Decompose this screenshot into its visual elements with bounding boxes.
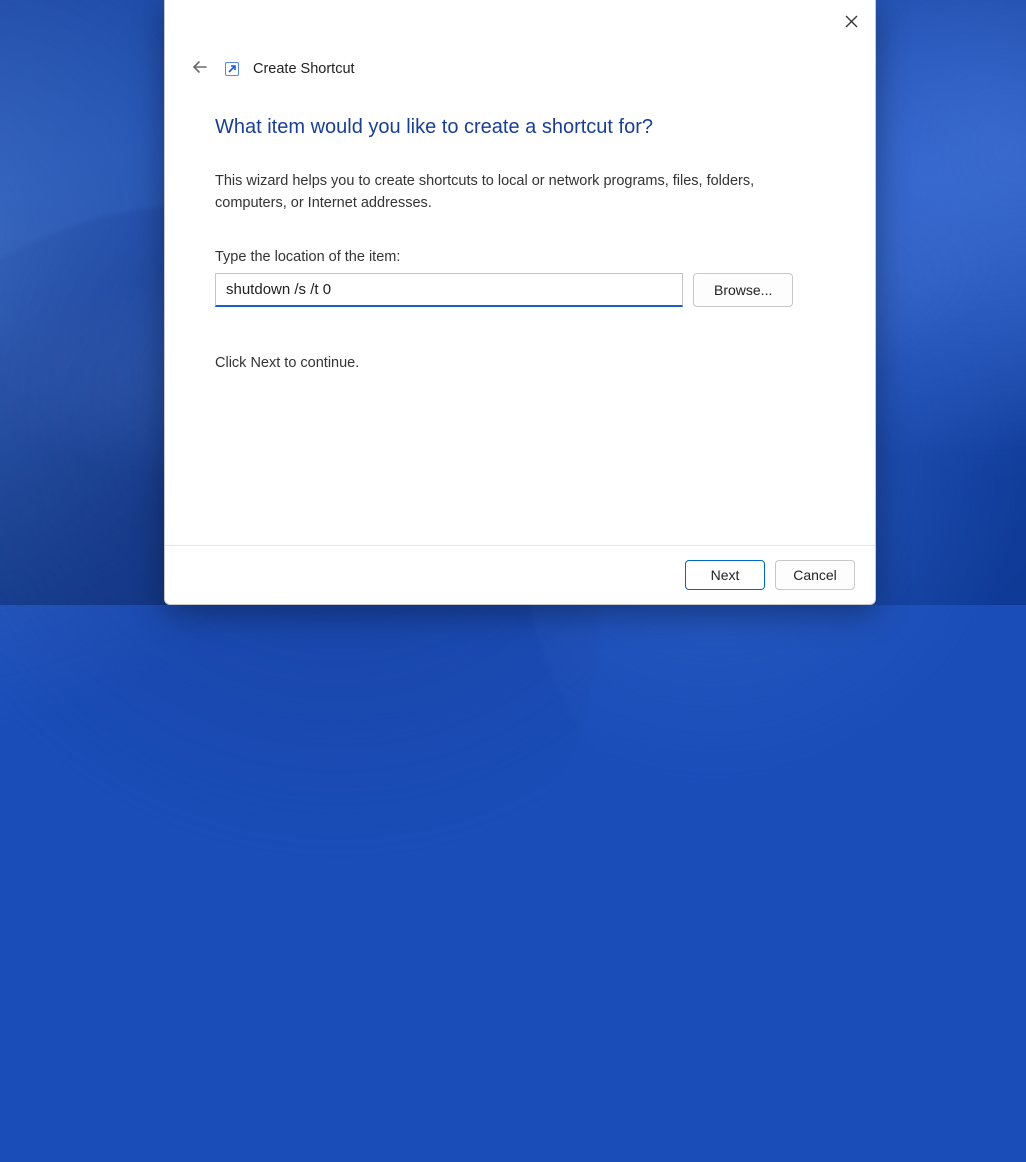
wizard-title-row: Create Shortcut xyxy=(165,40,875,84)
close-button[interactable] xyxy=(835,10,867,38)
wizard-title: Create Shortcut xyxy=(253,61,355,77)
cancel-button[interactable]: Cancel xyxy=(775,560,855,590)
browse-button[interactable]: Browse... xyxy=(693,273,793,307)
location-label: Type the location of the item: xyxy=(215,249,825,265)
close-icon xyxy=(845,15,858,33)
location-input[interactable] xyxy=(215,273,683,307)
back-button[interactable] xyxy=(189,58,211,80)
continue-hint: Click Next to continue. xyxy=(215,355,825,371)
wizard-heading: What item would you like to create a sho… xyxy=(215,116,825,139)
arrow-left-icon xyxy=(191,58,209,81)
wizard-content: What item would you like to create a sho… xyxy=(165,84,875,545)
create-shortcut-dialog: Create Shortcut What item would you like… xyxy=(164,0,876,605)
wizard-footer: Next Cancel xyxy=(165,545,875,604)
location-row: Browse... xyxy=(215,273,825,307)
next-button[interactable]: Next xyxy=(685,560,765,590)
shortcut-icon xyxy=(225,62,239,76)
wizard-description: This wizard helps you to create shortcut… xyxy=(215,171,775,215)
dialog-titlebar xyxy=(165,0,875,40)
